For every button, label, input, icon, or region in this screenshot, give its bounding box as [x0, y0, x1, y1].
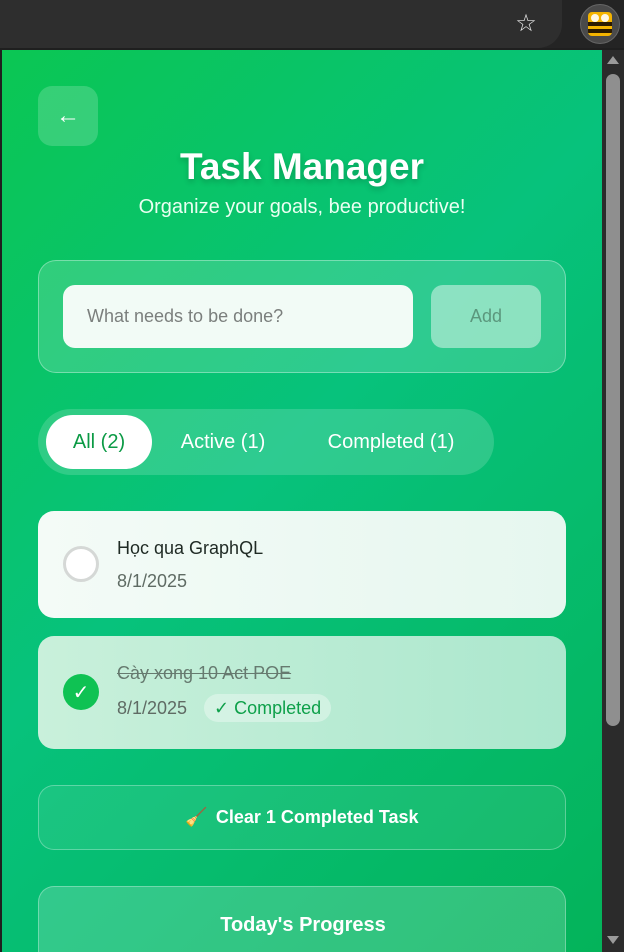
task-date: 8/1/2025 — [117, 571, 188, 591]
address-bar-area — [0, 0, 562, 48]
add-task-card: Add — [38, 260, 566, 373]
scroll-up-arrow-icon[interactable] — [607, 56, 619, 64]
clear-completed-label: Clear 1 Completed Task — [215, 807, 419, 827]
tab-completed[interactable]: Completed (1) — [294, 415, 488, 469]
task-checkbox-checked[interactable]: ✓ — [63, 674, 99, 710]
filter-tabs: All (2) Active (1) Completed (1) — [38, 409, 494, 475]
task-item[interactable]: Học qua GraphQL 8/1/2025 — [38, 511, 566, 618]
new-task-input[interactable] — [63, 285, 413, 348]
add-task-button[interactable]: Add — [431, 285, 541, 348]
task-item-completed[interactable]: ✓ Cày xong 10 Act POE 8/1/2025 ✓ Complet… — [38, 636, 566, 749]
extension-button[interactable] — [580, 4, 620, 44]
bookmark-star-icon[interactable]: ☆ — [512, 10, 540, 38]
tab-all[interactable]: All (2) — [46, 415, 152, 469]
progress-title: Today's Progress — [220, 914, 386, 936]
task-manager-popup: ← Task Manager Organize your goals, bee … — [2, 50, 602, 952]
check-icon: ✓ — [72, 681, 90, 704]
task-date: 8/1/2025 — [117, 698, 188, 718]
progress-card: Today's Progress — [38, 886, 566, 952]
task-checkbox[interactable] — [63, 546, 99, 582]
clear-completed-button[interactable]: 🧹 Clear 1 Completed Task — [38, 785, 566, 850]
page-title: Task Manager — [179, 146, 425, 187]
scroll-thumb[interactable] — [606, 74, 620, 726]
task-title: Cày xong 10 Act POE — [117, 663, 292, 683]
back-arrow-icon: ← — [56, 102, 80, 129]
scroll-down-arrow-icon[interactable] — [607, 936, 619, 944]
popup-scrollbar[interactable] — [602, 50, 624, 952]
tab-active[interactable]: Active (1) — [158, 415, 288, 469]
task-title: Học qua GraphQL — [117, 538, 264, 558]
bee-extension-icon — [588, 12, 612, 36]
browser-toolbar: ☆ — [0, 0, 624, 48]
back-button[interactable]: ← — [38, 86, 98, 146]
broom-icon: 🧹 — [185, 807, 208, 827]
page-subtitle: Organize your goals, bee productive! — [138, 196, 466, 218]
completed-badge: ✓ Completed — [204, 694, 332, 722]
